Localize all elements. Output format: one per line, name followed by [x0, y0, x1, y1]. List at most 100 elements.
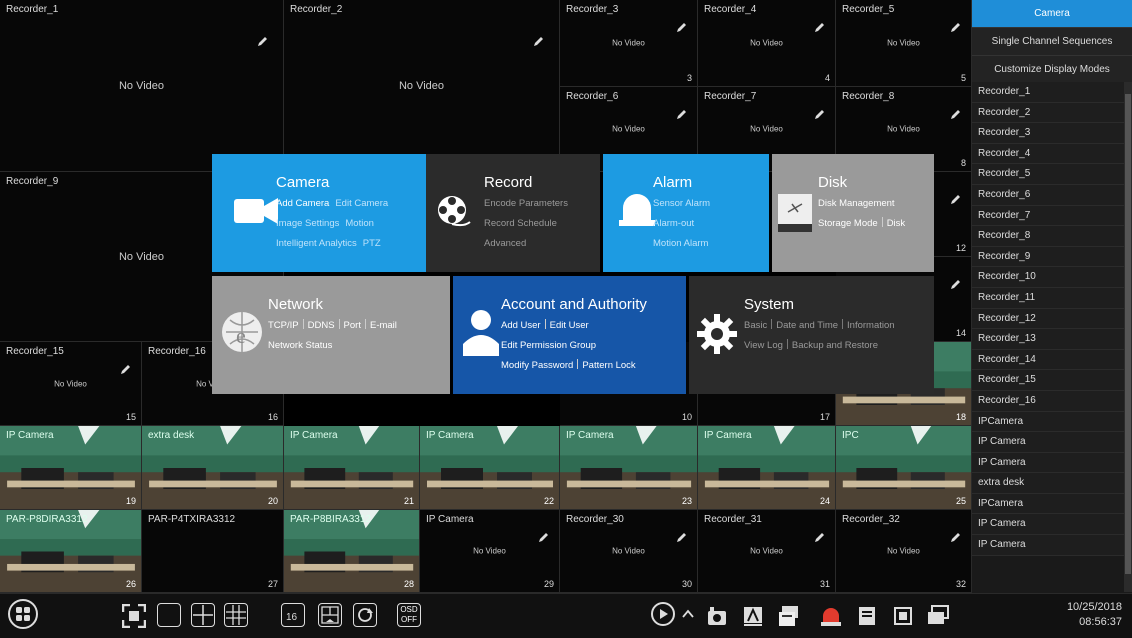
camera-list-item[interactable]: Recorder_2 — [972, 102, 1124, 124]
view-log-link[interactable]: View Log — [744, 340, 783, 351]
edit-pencil-icon[interactable] — [950, 530, 962, 542]
camera-list-item[interactable]: IPCamera — [972, 493, 1124, 515]
camera-list-item[interactable]: Recorder_5 — [972, 164, 1124, 185]
network-status-link[interactable]: Network Status — [268, 340, 332, 351]
camera-list-item[interactable]: Recorder_16 — [972, 390, 1124, 412]
video-tile[interactable]: PAR-P8BIRA3312 28 — [284, 510, 420, 593]
edit-camera-link[interactable]: Edit Camera — [335, 198, 388, 209]
single-screen-icon[interactable] — [157, 603, 181, 627]
edit-pencil-icon[interactable] — [950, 107, 962, 119]
edit-pencil-icon[interactable] — [676, 20, 688, 32]
camera-list-item[interactable]: Recorder_14 — [972, 349, 1124, 371]
video-tile[interactable]: IP Camera 24 — [698, 426, 836, 510]
camera-list-item[interactable]: Recorder_13 — [972, 329, 1124, 350]
video-tile[interactable]: Recorder_32 No Video 32 — [836, 510, 972, 593]
edit-pencil-icon[interactable] — [814, 20, 826, 32]
video-tile[interactable]: IP Camera 23 — [560, 426, 698, 510]
four-screen-icon[interactable] — [191, 603, 215, 627]
video-tile[interactable]: Recorder_30 No Video 30 — [560, 510, 698, 593]
camera-list-item[interactable]: IP Camera — [972, 535, 1124, 556]
fullscreen-icon[interactable] — [121, 603, 146, 628]
video-tile[interactable]: Recorder_2 No Video — [284, 0, 560, 172]
disk-info-icon[interactable] — [854, 603, 878, 627]
storage-mode-link[interactable]: Storage Mode — [818, 218, 878, 229]
motion-link[interactable]: Motion — [345, 218, 374, 229]
snapshot-icon[interactable] — [740, 603, 764, 627]
camera-list-item[interactable]: Recorder_12 — [972, 308, 1124, 330]
menu-tile-alarm[interactable]: Alarm Sensor Alarm Alarm-out Motion Alar… — [603, 154, 769, 272]
edit-permission-group-link[interactable]: Edit Permission Group — [501, 340, 596, 351]
ptz-icon[interactable] — [890, 603, 914, 627]
video-tile[interactable]: Recorder_3 No Video 3 — [560, 0, 698, 87]
advanced-link[interactable]: Advanced — [484, 238, 526, 249]
motion-alarm-link[interactable]: Motion Alarm — [653, 238, 708, 249]
sixteen-screen-icon[interactable]: 16 — [281, 603, 305, 627]
tab-camera[interactable]: Camera — [972, 0, 1132, 28]
email-link[interactable]: E-mail — [370, 320, 397, 331]
camera-list-item[interactable]: Recorder_8 — [972, 226, 1124, 247]
camera-list-item[interactable]: Recorder_10 — [972, 267, 1124, 288]
video-tile[interactable]: Recorder_31 No Video 31 — [698, 510, 836, 593]
camera-list-item[interactable]: IP Camera — [972, 514, 1124, 536]
edit-pencil-icon[interactable] — [950, 192, 962, 204]
camera-list-item[interactable]: IP Camera — [972, 432, 1124, 453]
manual-alarm-icon[interactable] — [818, 603, 842, 627]
menu-tile-record[interactable]: Record Encode Parameters Record Schedule… — [426, 154, 600, 272]
edit-pencil-icon[interactable] — [676, 530, 688, 542]
pattern-lock-link[interactable]: Pattern Lock — [582, 360, 635, 371]
backup-and-restore-link[interactable]: Backup and Restore — [792, 340, 878, 351]
camera-list-item[interactable]: Recorder_3 — [972, 123, 1124, 144]
tab-customize-display-modes[interactable]: Customize Display Modes — [972, 56, 1132, 84]
disk-link[interactable]: Disk — [887, 218, 905, 229]
video-tile[interactable]: Recorder_5 No Video 5 — [836, 0, 972, 87]
camera-list-item[interactable]: Recorder_4 — [972, 143, 1124, 165]
edit-pencil-icon[interactable] — [950, 277, 962, 289]
basic-link[interactable]: Basic — [744, 320, 767, 331]
add-camera-link[interactable]: Add Camera — [276, 198, 329, 209]
camera-list-scrollbar[interactable] — [1124, 82, 1132, 592]
video-tile[interactable]: IP Camera 22 — [420, 426, 560, 510]
video-tile[interactable]: Recorder_4 No Video 4 — [698, 0, 836, 87]
edit-pencil-icon[interactable] — [120, 362, 132, 374]
menu-tile-disk[interactable]: Disk Disk Management Storage Mode Disk — [772, 154, 934, 272]
start-menu-icon[interactable] — [8, 599, 38, 629]
camera-list-item[interactable]: Recorder_7 — [972, 205, 1124, 227]
sensor-alarm-link[interactable]: Sensor Alarm — [653, 198, 710, 209]
video-tile[interactable]: Recorder_15 No Video 15 — [0, 342, 142, 426]
video-tile[interactable]: PAR-P4TXIRA3312 27 — [142, 510, 284, 593]
camera-list-item[interactable]: Recorder_11 — [972, 287, 1124, 309]
camera-list-item[interactable]: IP Camera — [972, 452, 1124, 474]
information-link[interactable]: Information — [847, 320, 895, 331]
record-schedule-link[interactable]: Record Schedule — [484, 218, 557, 229]
edit-pencil-icon[interactable] — [533, 34, 545, 46]
custom-layout-icon[interactable] — [318, 603, 342, 627]
ptz-link[interactable]: PTZ — [363, 238, 381, 249]
camera-list-item[interactable]: IPCamera — [972, 411, 1124, 433]
tab-single-channel-sequences[interactable]: Single Channel Sequences — [972, 28, 1132, 56]
edit-pencil-icon[interactable] — [538, 530, 550, 542]
playback-icon[interactable] — [776, 603, 800, 627]
manual-record-icon[interactable] — [704, 603, 728, 627]
modify-password-link[interactable]: Modify Password — [501, 360, 573, 371]
date-and-time-link[interactable]: Date and Time — [776, 320, 838, 331]
video-tile[interactable]: Recorder_1 No Video — [0, 0, 284, 172]
nine-screen-icon[interactable] — [224, 603, 248, 627]
menu-tile-system[interactable]: System Basic Date and Time Information Vie… — [689, 276, 934, 394]
image-settings-link[interactable]: Image Settings — [276, 218, 339, 229]
expand-up-icon[interactable] — [680, 604, 696, 624]
camera-list-item[interactable]: Recorder_15 — [972, 370, 1124, 391]
tcpip-link[interactable]: TCP/IP — [268, 320, 299, 331]
sequence-icon[interactable] — [353, 603, 377, 627]
add-user-link[interactable]: Add User — [501, 320, 541, 331]
play-icon[interactable] — [651, 602, 675, 626]
menu-tile-camera[interactable]: Camera Add Camera Edit Camera Image Setti… — [212, 154, 426, 272]
alarm-out-link[interactable]: Alarm-out — [653, 218, 694, 229]
camera-list-item[interactable]: Recorder_6 — [972, 184, 1124, 206]
osd-toggle-icon[interactable]: OSD OFF — [397, 603, 421, 627]
edit-pencil-icon[interactable] — [257, 34, 269, 46]
video-tile[interactable]: IP Camera 21 — [284, 426, 420, 510]
camera-list-item[interactable]: extra desk — [972, 473, 1124, 494]
ddns-link[interactable]: DDNS — [308, 320, 335, 331]
edit-user-link[interactable]: Edit User — [550, 320, 589, 331]
edit-pencil-icon[interactable] — [676, 107, 688, 119]
